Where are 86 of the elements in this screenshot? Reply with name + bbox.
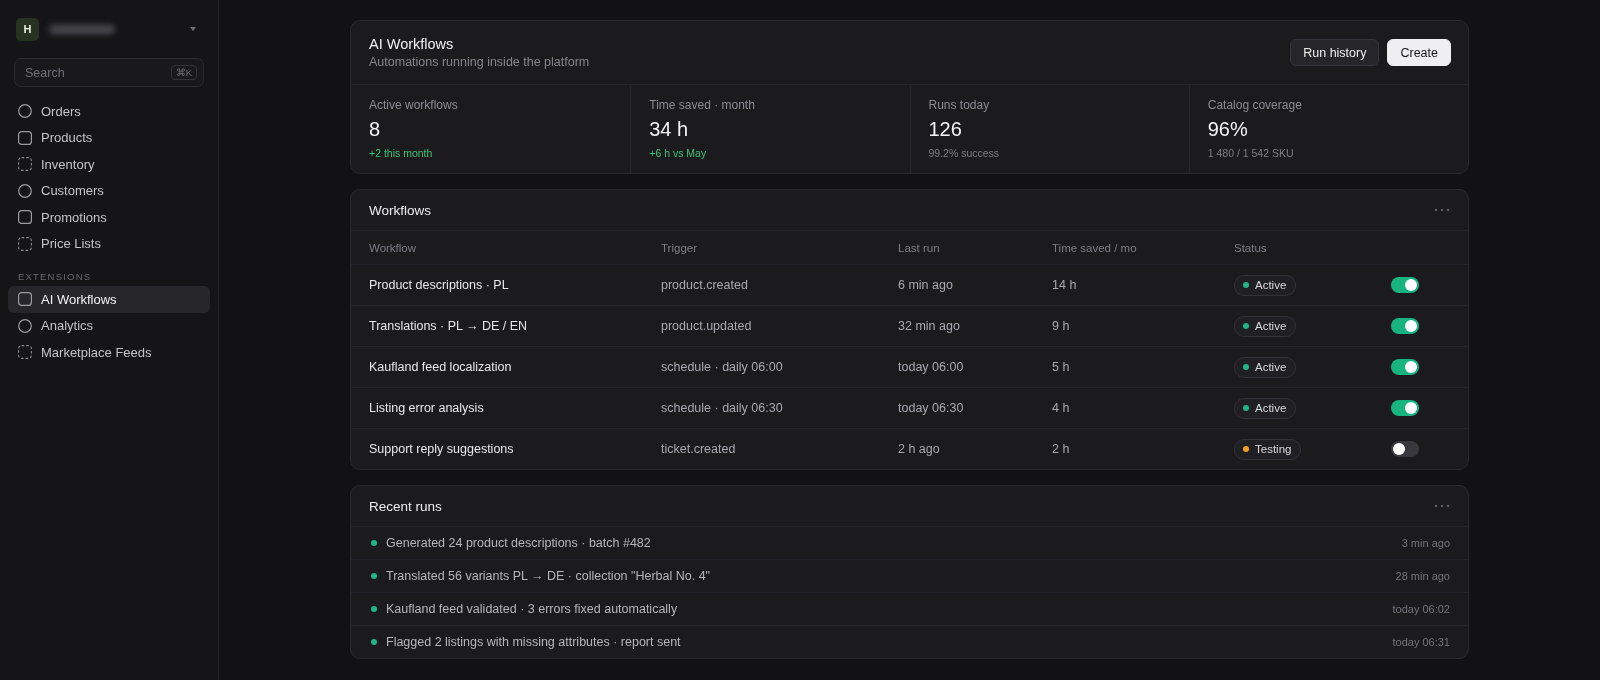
table-cell-text: 6 min ago [898, 278, 954, 292]
shortcut-hint: ⌘K [170, 65, 197, 80]
table-cell-text: 32 min ago [898, 319, 961, 333]
run-description: Kaufland feed validated · 3 errors fixed automatically [386, 602, 679, 616]
nav-item[interactable]: Marketplace Feeds [8, 339, 210, 366]
dashed-square-icon [18, 157, 32, 172]
blurred-name-placeholder [49, 24, 115, 34]
table-cell-text: 9 h [1052, 319, 1071, 333]
run-description: Flagged 2 listings with missing attributes · report sent [386, 635, 682, 649]
stat-note: +6 h vs May [649, 147, 708, 159]
card-title: Recent runs [369, 498, 442, 514]
caret-icon[interactable] [190, 27, 196, 31]
nav-item[interactable]: AI Workflows [8, 286, 210, 313]
workspace-avatar[interactable]: H [16, 17, 39, 41]
column-header: Workflow [369, 241, 418, 254]
status-label: Testing [1255, 443, 1292, 455]
column-header: Time saved / mo [1052, 241, 1138, 254]
nav-item[interactable]: Inventory [8, 151, 210, 178]
section-label: EXTENSIONS [18, 271, 93, 282]
toggle-switch[interactable] [1391, 441, 1419, 457]
dashed-square-icon [18, 236, 32, 251]
circle-icon [18, 318, 32, 333]
table-cell-text: 2 h [1052, 442, 1071, 456]
run-time: 3 min ago [1401, 537, 1450, 549]
status-label: Active [1255, 279, 1287, 291]
nav-item[interactable]: Products [8, 124, 210, 151]
stat-note: +2 this month [369, 147, 434, 159]
more-icon[interactable] [1434, 208, 1450, 212]
table-cell-text: schedule · daily 06:00 [661, 360, 784, 374]
nav-item[interactable]: Analytics [8, 312, 210, 339]
nav-item[interactable]: Customers [8, 177, 210, 204]
stat-value: 8 [369, 118, 382, 141]
table-cell-text: product.updated [661, 319, 753, 333]
run-time: 28 min ago [1395, 570, 1450, 582]
table-cell-text: product.created [661, 278, 749, 292]
table-cell-text: today 06:30 [898, 401, 965, 415]
nav-item[interactable]: Orders [8, 98, 210, 125]
table-cell-text: 4 h [1052, 401, 1071, 415]
status-label: Active [1255, 361, 1287, 373]
table-cell-text: 5 h [1052, 360, 1071, 374]
column-header: Trigger [661, 241, 698, 254]
column-header: Last run [898, 241, 941, 254]
square-icon [18, 130, 32, 145]
status-label: Active [1255, 320, 1287, 332]
dashed-square-icon [18, 345, 32, 360]
table-cell-text: 14 h [1052, 278, 1078, 292]
run-time: today 06:31 [1392, 636, 1450, 648]
stat-value: 126 [928, 118, 963, 141]
toggle-switch[interactable] [1391, 400, 1419, 416]
status-label: Active [1255, 402, 1287, 414]
table-cell-text: Product descriptions · PL [369, 278, 510, 292]
column-header: Status [1234, 241, 1268, 254]
stat-label: Runs today [928, 98, 991, 112]
stat-note: 99.2% success [928, 147, 1001, 159]
table-cell-text: schedule · daily 06:30 [661, 401, 784, 415]
stat-label: Time saved · month [649, 98, 756, 112]
secondary-button[interactable]: Run history [1290, 39, 1380, 66]
stat-label: Active workflows [369, 98, 459, 112]
table-cell-text: Support reply suggestions [369, 442, 515, 456]
run-description: Translated 56 variants PL → DE · collection "Herbal No. 4" [386, 569, 712, 583]
table-cell-text: 2 h ago [898, 442, 941, 456]
page-title: AI Workflows [369, 36, 455, 52]
card-title: Workflows [369, 202, 431, 218]
square-icon [18, 292, 32, 307]
stat-value: 34 h [649, 118, 690, 141]
toggle-switch[interactable] [1391, 318, 1419, 334]
page-subtitle: Automations running inside the platform [369, 55, 591, 69]
table-cell-text: Kaufland feed localization [369, 360, 513, 374]
stat-note: 1 480 / 1 542 SKU [1207, 147, 1295, 159]
nav-item[interactable]: Price Lists [8, 230, 210, 257]
square-icon [18, 210, 32, 225]
more-icon[interactable] [1434, 504, 1450, 508]
toggle-switch[interactable] [1391, 359, 1419, 375]
circle-icon [18, 183, 32, 198]
table-cell-text: Listing error analysis [369, 401, 485, 415]
table-cell-text: Translations · PL → DE / EN [369, 319, 529, 333]
table-cell-text: today 06:00 [898, 360, 965, 374]
table-cell-text: ticket.created [661, 442, 737, 456]
run-time: today 06:02 [1392, 603, 1450, 615]
primary-button[interactable]: Create [1387, 39, 1451, 66]
circle-icon [18, 104, 32, 119]
toggle-switch[interactable] [1391, 277, 1419, 293]
stat-label: Catalog coverage [1207, 98, 1303, 112]
run-description: Generated 24 product descriptions · batch #482 [386, 536, 652, 550]
stat-value: 96% [1207, 118, 1249, 141]
nav-item[interactable]: Promotions [8, 204, 210, 231]
